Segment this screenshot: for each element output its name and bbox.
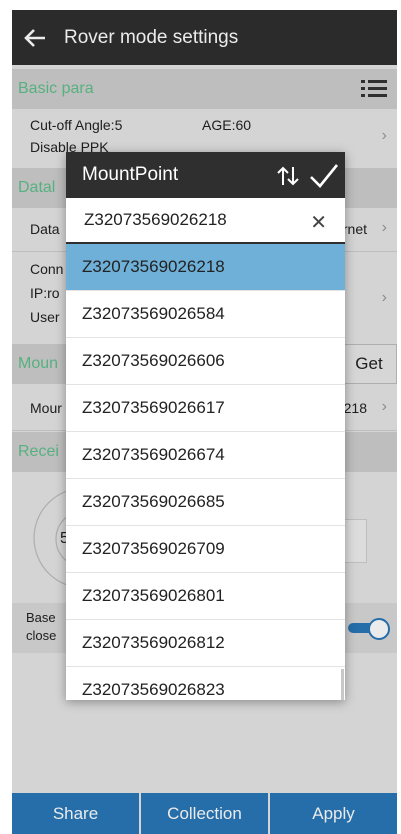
mountpoint-list-item-label: Z32073569026674 [82,445,225,464]
dialog-header: MountPoint [66,152,345,198]
mountpoint-list: Z32073569026218 Z32073569026584 Z320735690… [66,244,345,700]
confirm-check-icon[interactable] [309,162,339,190]
mountpoint-list-item[interactable]: Z32073569026709 [66,526,345,573]
mountpoint-list-item-label: Z32073569026218 [82,257,225,276]
mountpoint-list-item[interactable]: Z32073569026685 [66,479,345,526]
list-scrollbar[interactable] [341,669,344,700]
mountpoint-list-item-label: Z32073569026685 [82,492,225,511]
mountpoint-search-input[interactable] [82,209,286,231]
mountpoint-list-item[interactable]: Z32073569026617 [66,385,345,432]
mountpoint-list-item[interactable]: Z32073569026606 [66,338,345,385]
mountpoint-list-item-label: Z32073569026584 [82,304,225,323]
mountpoint-list-item-label: Z32073569026606 [82,351,225,370]
mountpoint-dialog: MountPoint ✕ Z32073569026218Z32073569026… [66,152,345,700]
mountpoint-list-item[interactable]: Z32073569026801 [66,573,345,620]
dialog-title: MountPoint [82,164,179,185]
mountpoint-list-item-label: Z32073569026801 [82,586,225,605]
mountpoint-list-item[interactable]: Z32073569026674 [66,432,345,479]
sort-icon[interactable] [276,164,300,188]
mountpoint-list-item-label: Z32073569026617 [82,398,225,417]
mountpoint-list-item[interactable]: Z32073569026218 [66,244,345,291]
mountpoint-list-item-label: Z32073569026709 [82,539,225,558]
mountpoint-search-field[interactable]: ✕ [66,198,345,244]
mountpoint-list-item[interactable]: Z32073569026823 [66,667,345,700]
clear-icon[interactable]: ✕ [310,210,327,235]
mountpoint-list-item-label: Z32073569026812 [82,633,225,652]
mountpoint-list-item[interactable]: Z32073569026812 [66,620,345,667]
mountpoint-list-item[interactable]: Z32073569026584 [66,291,345,338]
mountpoint-list-item-label: Z32073569026823 [82,680,225,699]
